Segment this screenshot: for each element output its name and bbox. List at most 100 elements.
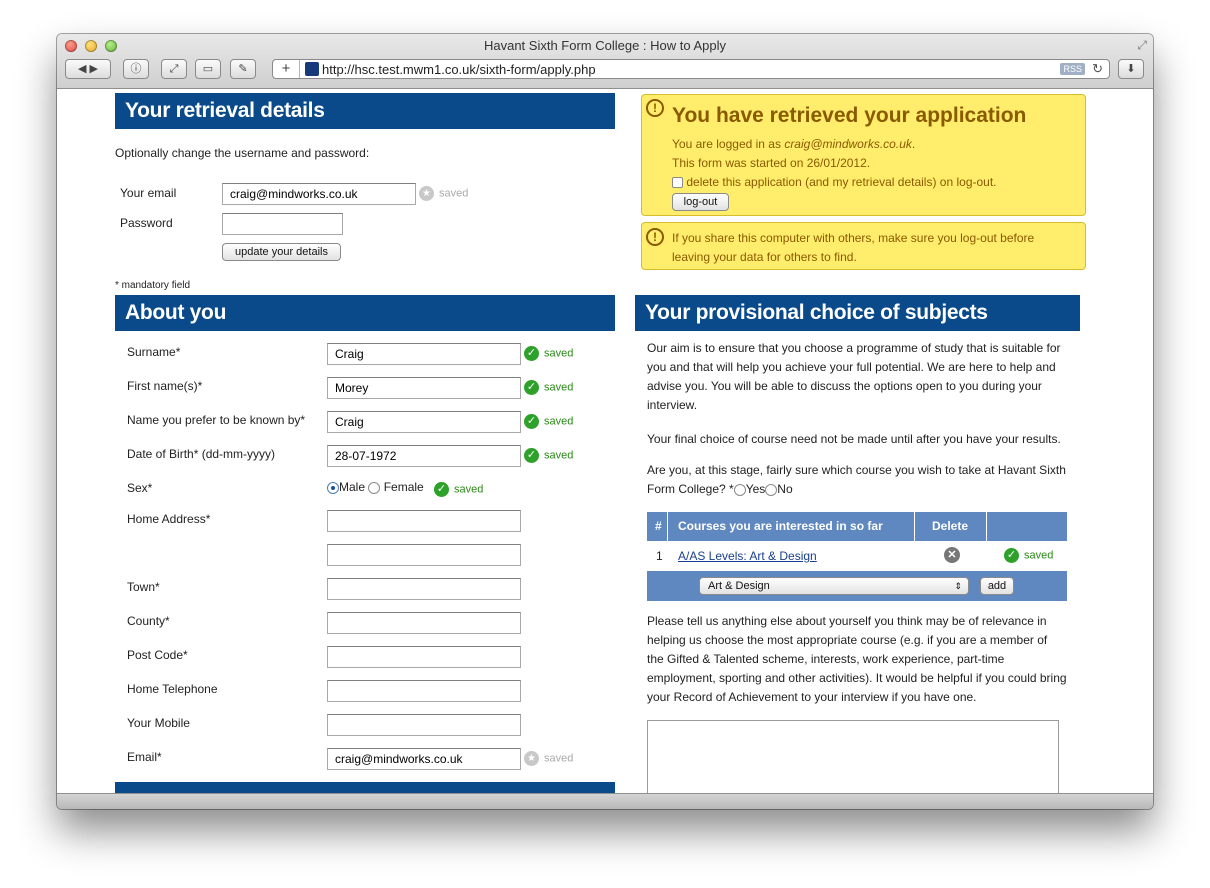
retrieval-email-label: Your email (120, 186, 177, 200)
logged-in-text: You are logged in as craig@mindworks.co.… (672, 137, 915, 151)
surname-input[interactable] (327, 343, 521, 365)
saved-pending-icon: ★ (524, 751, 539, 766)
town-label: Town* (127, 580, 160, 594)
surname-status: ✓ saved (524, 346, 573, 361)
browser-status-bar (57, 793, 1153, 809)
about-heading: About you (115, 295, 615, 331)
saved-check-icon: ✓ (1004, 548, 1019, 563)
firstname-label: First name(s)* (127, 379, 203, 393)
downloads-icon[interactable]: ⬇ (1118, 59, 1144, 79)
sex-female-label[interactable]: Female (384, 480, 424, 494)
home-tel-label: Home Telephone (127, 682, 218, 696)
retrieval-email-status: ★ saved (419, 186, 468, 201)
answer-yes-radio[interactable] (733, 483, 746, 496)
logged-in-prefix: You are logged in as (672, 137, 785, 151)
county-input[interactable] (327, 612, 521, 634)
mobile-input[interactable] (327, 714, 521, 736)
course-status: ✓ saved (1004, 548, 1053, 563)
reload-icon[interactable]: ↻ (1092, 60, 1103, 78)
address-label: Home Address* (127, 512, 211, 526)
sex-male-label[interactable]: Male (339, 480, 365, 494)
retrieval-email-input[interactable] (222, 183, 416, 205)
status-text: saved (544, 381, 574, 394)
preferred-name-label: Name you prefer to be known by* (127, 413, 306, 427)
back-forward-buttons[interactable]: ◀ ▶ (65, 59, 111, 79)
logged-in-email: craig@mindworks.co.uk (784, 137, 912, 151)
info-icon[interactable]: ⓘ (123, 59, 149, 79)
saved-check-icon: ✓ (524, 448, 539, 463)
address-line1-input[interactable] (327, 510, 521, 532)
fullscreen-icon[interactable]: ⤢ (1137, 38, 1147, 53)
rss-badge[interactable]: RSS (1060, 63, 1085, 75)
select-arrows-icon: ⇕ (954, 581, 962, 591)
warning-icon: ! (646, 99, 664, 117)
email-status: ★ saved (524, 751, 573, 766)
delete-checkbox[interactable] (672, 177, 683, 189)
courses-table-header: # Courses you are interested in so far D… (647, 512, 1067, 541)
address-line2-input[interactable] (327, 544, 521, 566)
delete-icon[interactable]: ✕ (944, 547, 960, 563)
retrieval-heading: Your retrieval details (115, 93, 615, 129)
logout-button[interactable]: log-out (672, 193, 729, 211)
saved-check-icon: ✓ (524, 414, 539, 429)
address-bar[interactable]: + http://hsc.test.mwm1.co.uk/sixth-form/… (272, 59, 1110, 79)
home-tel-input[interactable] (327, 680, 521, 702)
town-input[interactable] (327, 578, 521, 600)
postcode-input[interactable] (327, 646, 521, 668)
col-divider (986, 512, 987, 541)
add-course-row: Art & Design ⇕ add (647, 571, 1067, 601)
sex-label: Sex* (127, 481, 153, 495)
answer-no-label[interactable]: No (777, 482, 792, 496)
browser-toolbar: Havant Sixth Form College : How to Apply… (57, 34, 1153, 89)
saved-check-icon: ✓ (524, 346, 539, 361)
course-select[interactable]: Art & Design ⇕ (699, 577, 969, 595)
dob-status: ✓ saved (524, 448, 573, 463)
county-label: County* (127, 614, 170, 628)
delete-option[interactable]: delete this application (and my retrieva… (672, 175, 997, 189)
browser-window: Havant Sixth Form College : How to Apply… (57, 34, 1153, 809)
url-text[interactable]: http://hsc.test.mwm1.co.uk/sixth-form/ap… (322, 62, 596, 77)
saved-check-icon: ✓ (434, 482, 449, 497)
answer-no-radio[interactable] (765, 483, 778, 496)
table-row: 1 A/AS Levels: Art & Design ✕ ✓ saved (647, 541, 1067, 571)
sex-status: ✓ saved (434, 482, 483, 497)
dob-input[interactable] (327, 445, 521, 467)
col-divider (914, 512, 915, 541)
col-course-header: Courses you are interested in so far (678, 519, 883, 533)
mobile-label: Your Mobile (127, 716, 190, 730)
tell-us-text: Please tell us anything else about yours… (647, 614, 1067, 704)
status-text: saved (454, 483, 484, 496)
course-select-value: Art & Design (708, 580, 770, 592)
share-warning-text: If you share this computer with others, … (672, 231, 1035, 264)
started-text: This form was started on 26/01/2012. (672, 156, 871, 170)
retrieval-password-input[interactable] (222, 213, 343, 235)
course-link[interactable]: A/AS Levels: Art & Design (678, 549, 817, 563)
subjects-heading: Your provisional choice of subjects (635, 295, 1080, 331)
retrieval-password-label: Password (120, 216, 173, 230)
add-course-button[interactable]: add (980, 577, 1014, 595)
answer-yes-label[interactable]: Yes (746, 482, 766, 496)
status-text: saved (544, 449, 574, 462)
add-bookmark-icon[interactable]: + (273, 60, 300, 78)
expand-icon[interactable]: ⤢ (161, 59, 187, 79)
about-yourself-textarea[interactable] (647, 720, 1059, 794)
edit-icon[interactable]: ✎ (230, 59, 256, 79)
preferred-name-input[interactable] (327, 411, 521, 433)
firstname-status: ✓ saved (524, 380, 573, 395)
keyboard-icon[interactable]: ▭ (195, 59, 221, 79)
preferred-name-status: ✓ saved (524, 414, 573, 429)
email-input[interactable] (327, 748, 521, 770)
row-number: 1 (656, 549, 663, 563)
page-content: Your retrieval details Optionally change… (57, 89, 1153, 794)
sex-female-radio[interactable] (368, 481, 381, 494)
col-divider (647, 512, 668, 541)
update-details-button[interactable]: update your details (222, 243, 341, 261)
sex-radio-group: Male Female (327, 480, 424, 494)
sex-male-radio[interactable] (327, 481, 339, 494)
firstname-input[interactable] (327, 377, 521, 399)
logged-in-suffix: . (911, 137, 916, 151)
postcode-label: Post Code* (127, 648, 188, 662)
status-text: saved (439, 187, 469, 200)
status-text: saved (544, 752, 574, 765)
retrieved-notice: ! You have retrieved your application Yo… (641, 94, 1086, 216)
